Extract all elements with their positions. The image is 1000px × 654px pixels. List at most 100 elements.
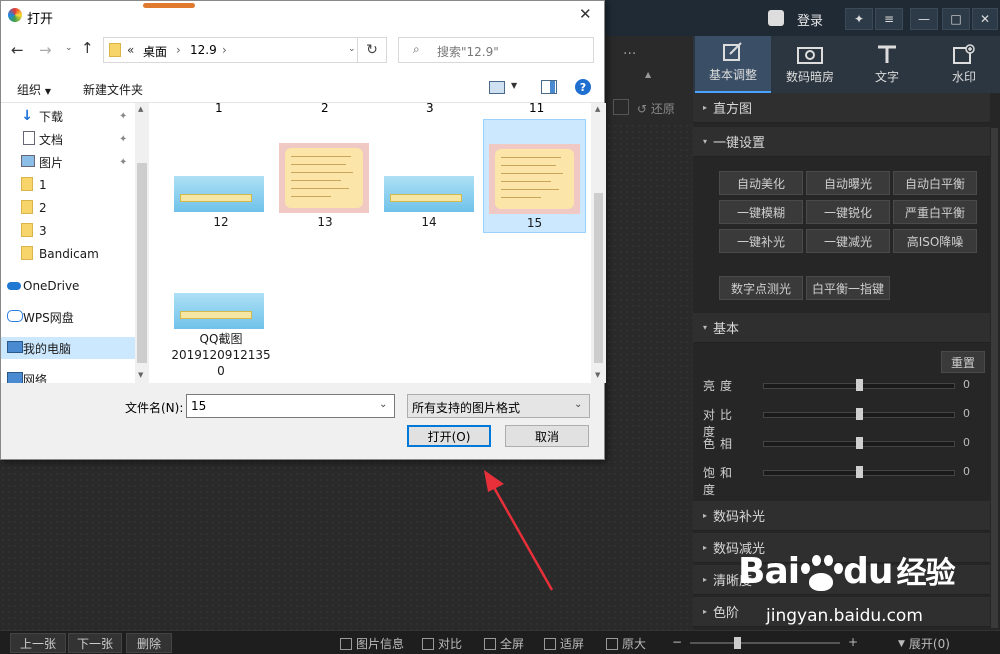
- slider-knob[interactable]: [856, 437, 863, 449]
- section-title: 直方图: [713, 102, 753, 117]
- section-histogram[interactable]: ▸ 直方图: [693, 93, 990, 123]
- nav-item-folder-3[interactable]: 3: [1, 220, 135, 242]
- fullscreen-button[interactable]: 全屏: [484, 635, 524, 652]
- section-one-click[interactable]: ▾ 一键设置: [693, 127, 990, 157]
- file-item-14[interactable]: 14: [379, 119, 479, 231]
- delete-button[interactable]: 删除: [126, 633, 172, 653]
- cancel-button[interactable]: 取消: [505, 425, 589, 447]
- close-icon[interactable]: ✕: [972, 8, 998, 30]
- address-bar[interactable]: « 桌面 › 12.9 › ⌄: [103, 37, 387, 63]
- help-icon[interactable]: ?: [575, 79, 591, 95]
- tab-watermark[interactable]: 水印: [926, 36, 1000, 93]
- file-item-12[interactable]: 12: [171, 119, 271, 231]
- one-click-blur-button[interactable]: 一键模糊: [719, 200, 803, 224]
- file-item-13[interactable]: 13: [275, 119, 375, 231]
- zoom-slider-knob[interactable]: [734, 637, 741, 649]
- forward-arrow-icon[interactable]: →: [39, 41, 52, 59]
- nav-item-wps-cloud[interactable]: WPS网盘: [1, 306, 135, 328]
- auto-beautify-button[interactable]: 自动美化: [719, 171, 803, 195]
- zoom-in-button[interactable]: +: [848, 635, 858, 649]
- nav-item-folder-2[interactable]: 2: [1, 197, 135, 219]
- slider-track[interactable]: [763, 466, 955, 478]
- slider-knob[interactable]: [856, 466, 863, 478]
- scroll-thumb[interactable]: [594, 193, 603, 363]
- next-image-button[interactable]: 下一张: [68, 633, 122, 653]
- auto-white-balance-button[interactable]: 自动白平衡: [893, 171, 977, 195]
- restore-button[interactable]: ↺ 还原: [637, 100, 675, 117]
- up-arrow-icon[interactable]: ↑: [81, 39, 94, 57]
- zoom-out-button[interactable]: −: [672, 635, 682, 649]
- expand-triangle-icon[interactable]: ▲: [645, 70, 651, 79]
- scroll-up-icon[interactable]: ▲: [595, 105, 600, 113]
- file-scrollbar[interactable]: ▲ ▼: [591, 103, 606, 383]
- nav-item-documents[interactable]: 文档 ✦: [1, 128, 135, 150]
- view-mode-icon[interactable]: [489, 81, 505, 94]
- file-item-qq-screenshot[interactable]: QQ截图 2019120912135 0: [171, 289, 271, 381]
- close-icon[interactable]: ✕: [579, 5, 592, 23]
- nav-item-pictures[interactable]: 图片 ✦: [1, 151, 135, 173]
- image-info-button[interactable]: 图片信息: [340, 635, 404, 652]
- spot-metering-button[interactable]: 数字点测光: [719, 276, 803, 300]
- slider-track[interactable]: [763, 408, 955, 420]
- original-size-button[interactable]: 原大: [606, 635, 646, 652]
- preview-pane-icon[interactable]: [541, 80, 557, 94]
- strict-white-balance-button[interactable]: 严重白平衡: [893, 200, 977, 224]
- skin-icon[interactable]: ✦: [845, 8, 873, 30]
- breadcrumb-folder[interactable]: 12.9: [190, 43, 217, 57]
- one-click-fill-light-button[interactable]: 一键补光: [719, 229, 803, 253]
- white-balance-pick-button[interactable]: 白平衡一指键: [806, 276, 890, 300]
- more-icon[interactable]: ···: [623, 46, 636, 62]
- redo-icon[interactable]: [613, 99, 629, 115]
- minimize-icon[interactable]: —: [910, 8, 938, 30]
- scroll-up-icon[interactable]: ▲: [138, 105, 143, 113]
- nav-item-folder-1[interactable]: 1: [1, 174, 135, 196]
- open-button[interactable]: 打开(O): [407, 425, 491, 447]
- view-dropdown-icon[interactable]: ▼: [511, 81, 517, 90]
- new-folder-button[interactable]: 新建文件夹: [83, 81, 143, 98]
- organize-menu[interactable]: 组织 ▼: [17, 81, 51, 98]
- login-button[interactable]: 登录: [790, 6, 830, 32]
- nav-scrollbar[interactable]: ▲ ▼: [135, 103, 149, 383]
- nav-item-network[interactable]: 网络: [1, 368, 135, 383]
- scroll-thumb[interactable]: [137, 163, 147, 363]
- slider-track[interactable]: [763, 379, 955, 391]
- one-click-reduce-light-button[interactable]: 一键减光: [806, 229, 890, 253]
- nav-item-my-computer[interactable]: 我的电脑: [1, 337, 135, 359]
- one-click-sharpen-button[interactable]: 一键锐化: [806, 200, 890, 224]
- slider-knob[interactable]: [856, 379, 863, 391]
- menu-icon[interactable]: ≡: [875, 8, 903, 30]
- nav-item-downloads[interactable]: ↓ 下载 ✦: [1, 105, 135, 127]
- expand-button[interactable]: ▼ 展开(0): [898, 635, 950, 652]
- filename-input[interactable]: 15 ⌄: [186, 394, 395, 418]
- refresh-icon[interactable]: ↻: [357, 37, 387, 63]
- tab-text[interactable]: 文字: [849, 36, 925, 93]
- slider-track[interactable]: [763, 437, 955, 449]
- slider-knob[interactable]: [856, 408, 863, 420]
- address-dropdown-icon[interactable]: ⌄: [348, 44, 356, 54]
- scroll-down-icon[interactable]: ▼: [595, 371, 600, 379]
- filetype-select[interactable]: 所有支持的图片格式 ⌄: [407, 394, 590, 418]
- collapsed-triangle-icon: ▸: [703, 103, 708, 112]
- tab-basic-adjust[interactable]: 基本调整: [695, 36, 771, 93]
- high-iso-denoise-button[interactable]: 高ISO降噪: [893, 229, 977, 253]
- chevron-down-icon[interactable]: ⌄: [379, 399, 387, 410]
- reset-button[interactable]: 重置: [941, 351, 985, 373]
- nav-item-onedrive[interactable]: OneDrive: [1, 275, 135, 297]
- breadcrumb-overflow[interactable]: «: [127, 43, 134, 57]
- tab-darkroom[interactable]: 数码暗房: [772, 36, 848, 93]
- fit-screen-button[interactable]: 适屏: [544, 635, 584, 652]
- compare-button[interactable]: 对比: [422, 635, 462, 652]
- file-item-15[interactable]: 15: [483, 119, 586, 233]
- auto-exposure-button[interactable]: 自动曝光: [806, 171, 890, 195]
- breadcrumb-desktop[interactable]: 桌面: [143, 43, 167, 60]
- section-basic[interactable]: ▾ 基本: [693, 313, 990, 343]
- prev-image-button[interactable]: 上一张: [10, 633, 66, 653]
- search-box[interactable]: ⌕ 搜索"12.9": [398, 37, 594, 63]
- section-digital-fill[interactable]: ▸ 数码补光: [693, 501, 990, 531]
- zoom-slider[interactable]: [690, 637, 840, 649]
- scroll-down-icon[interactable]: ▼: [138, 371, 143, 379]
- recent-dropdown-icon[interactable]: ⌄: [65, 43, 73, 53]
- maximize-icon[interactable]: □: [942, 8, 970, 30]
- back-arrow-icon[interactable]: ←: [11, 41, 24, 59]
- nav-item-bandicam[interactable]: Bandicam: [1, 243, 135, 265]
